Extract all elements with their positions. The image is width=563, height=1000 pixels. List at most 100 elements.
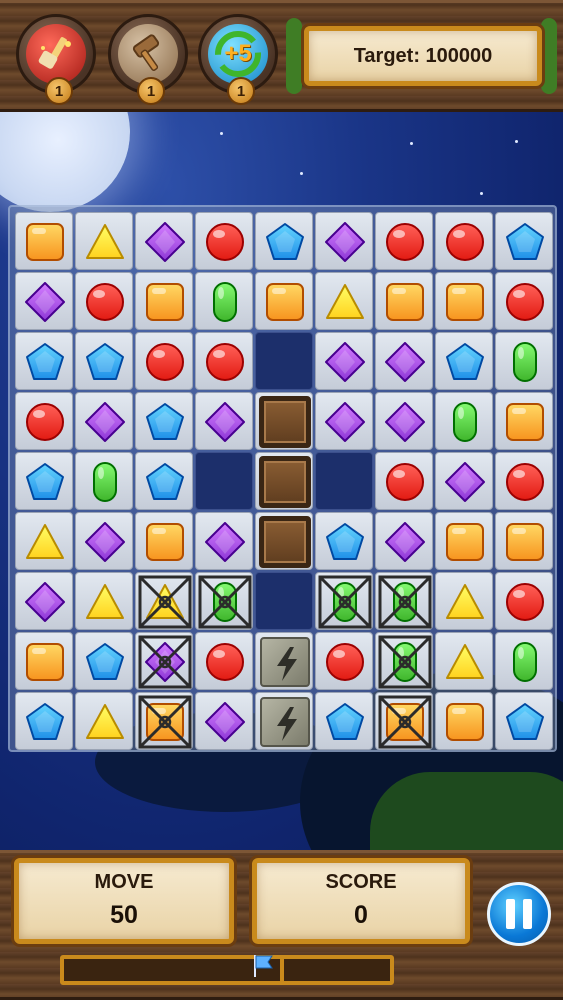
purple-diamond-gem[interactable] bbox=[25, 582, 65, 622]
board-cell[interactable] bbox=[135, 332, 193, 390]
board-cell[interactable] bbox=[15, 632, 73, 690]
purple-diamond-gem[interactable] bbox=[385, 522, 425, 562]
board-cell[interactable] bbox=[135, 272, 193, 330]
board-cell[interactable] bbox=[315, 572, 373, 630]
pause-button[interactable] bbox=[487, 882, 551, 946]
board-cell[interactable] bbox=[15, 212, 73, 270]
hammer-booster-button[interactable]: 1 bbox=[108, 14, 188, 105]
board-cell[interactable] bbox=[375, 512, 433, 570]
board-cell[interactable] bbox=[375, 272, 433, 330]
orange-square-gem[interactable] bbox=[445, 282, 485, 322]
board-cell[interactable] bbox=[15, 392, 73, 450]
board-cell[interactable] bbox=[435, 572, 493, 630]
blue-pentagon-gem[interactable] bbox=[145, 462, 185, 502]
board-cell[interactable] bbox=[255, 212, 313, 270]
board-cell[interactable] bbox=[315, 212, 373, 270]
green-oval-gem[interactable] bbox=[445, 402, 485, 442]
board-cell[interactable] bbox=[75, 572, 133, 630]
board-cell[interactable] bbox=[495, 272, 553, 330]
green-oval-gem[interactable] bbox=[505, 342, 545, 382]
red-round-gem[interactable] bbox=[505, 462, 545, 502]
yellow-triangle-gem[interactable] bbox=[85, 582, 125, 622]
board-cell[interactable] bbox=[15, 572, 73, 630]
board-cell[interactable] bbox=[315, 632, 373, 690]
green-oval-gem[interactable] bbox=[205, 282, 245, 322]
board-cell[interactable] bbox=[195, 692, 253, 750]
red-round-gem[interactable] bbox=[505, 282, 545, 322]
orange-square-gem[interactable] bbox=[505, 402, 545, 442]
purple-diamond-gem[interactable] bbox=[205, 702, 245, 742]
board-cell[interactable] bbox=[15, 332, 73, 390]
blue-pentagon-gem[interactable] bbox=[325, 522, 365, 562]
orange-square-gem[interactable] bbox=[25, 222, 65, 262]
board-cell[interactable] bbox=[195, 272, 253, 330]
yellow-triangle-gem[interactable] bbox=[85, 702, 125, 742]
purple-diamond-gem[interactable] bbox=[145, 222, 185, 262]
board-cell[interactable] bbox=[495, 332, 553, 390]
yellow-triangle-gem[interactable] bbox=[85, 222, 125, 262]
board-cell[interactable] bbox=[75, 512, 133, 570]
yellow-triangle-gem[interactable] bbox=[445, 642, 485, 682]
board-cell[interactable] bbox=[15, 272, 73, 330]
board-cell[interactable] bbox=[375, 212, 433, 270]
red-round-gem[interactable] bbox=[205, 342, 245, 382]
board-cell[interactable] bbox=[255, 272, 313, 330]
board-cell[interactable] bbox=[75, 392, 133, 450]
red-round-gem[interactable] bbox=[445, 222, 485, 262]
board-cell[interactable] bbox=[195, 332, 253, 390]
board-cell[interactable] bbox=[255, 512, 313, 570]
purple-diamond-gem[interactable] bbox=[325, 222, 365, 262]
board-cell[interactable] bbox=[135, 392, 193, 450]
red-round-gem[interactable] bbox=[205, 642, 245, 682]
board-cell[interactable] bbox=[495, 212, 553, 270]
board-cell[interactable] bbox=[375, 572, 433, 630]
board-cell[interactable] bbox=[75, 632, 133, 690]
purple-diamond-gem[interactable] bbox=[445, 462, 485, 502]
board-cell[interactable] bbox=[255, 392, 313, 450]
blue-pentagon-gem[interactable] bbox=[445, 342, 485, 382]
blue-pentagon-gem[interactable] bbox=[505, 702, 545, 742]
board-cell[interactable] bbox=[15, 692, 73, 750]
board-cell[interactable] bbox=[195, 572, 253, 630]
board-cell[interactable] bbox=[195, 452, 253, 510]
blue-pentagon-gem[interactable] bbox=[25, 462, 65, 502]
board-cell[interactable] bbox=[435, 512, 493, 570]
purple-diamond-gem[interactable] bbox=[385, 402, 425, 442]
blue-pentagon-gem[interactable] bbox=[505, 222, 545, 262]
board-cell[interactable] bbox=[315, 392, 373, 450]
board-cell[interactable] bbox=[195, 392, 253, 450]
board-cell[interactable] bbox=[495, 452, 553, 510]
board-cell[interactable] bbox=[255, 692, 313, 750]
board-cell[interactable] bbox=[375, 452, 433, 510]
board-cell[interactable] bbox=[195, 512, 253, 570]
blue-pentagon-gem[interactable] bbox=[25, 702, 65, 742]
board-cell[interactable] bbox=[315, 452, 373, 510]
blue-pentagon-gem[interactable] bbox=[85, 342, 125, 382]
green-oval-gem[interactable] bbox=[505, 642, 545, 682]
blue-pentagon-gem[interactable] bbox=[145, 402, 185, 442]
board-cell[interactable] bbox=[75, 452, 133, 510]
purple-diamond-gem[interactable] bbox=[85, 522, 125, 562]
board-cell[interactable] bbox=[435, 692, 493, 750]
board-cell[interactable] bbox=[75, 692, 133, 750]
orange-square-gem[interactable] bbox=[445, 702, 485, 742]
purple-diamond-gem[interactable] bbox=[205, 522, 245, 562]
board-cell[interactable] bbox=[255, 572, 313, 630]
purple-diamond-gem[interactable] bbox=[385, 342, 425, 382]
board-cell[interactable] bbox=[135, 212, 193, 270]
board-cell[interactable] bbox=[495, 572, 553, 630]
board-cell[interactable] bbox=[435, 332, 493, 390]
red-round-gem[interactable] bbox=[385, 222, 425, 262]
red-round-gem[interactable] bbox=[325, 642, 365, 682]
purple-diamond-gem[interactable] bbox=[205, 402, 245, 442]
board-cell[interactable] bbox=[495, 512, 553, 570]
red-round-gem[interactable] bbox=[145, 342, 185, 382]
board-cell[interactable] bbox=[435, 452, 493, 510]
orange-square-gem[interactable] bbox=[145, 522, 185, 562]
board-cell[interactable] bbox=[495, 392, 553, 450]
board-cell[interactable] bbox=[255, 632, 313, 690]
board-cell[interactable] bbox=[375, 332, 433, 390]
board-cell[interactable] bbox=[495, 632, 553, 690]
board-cell[interactable] bbox=[15, 512, 73, 570]
red-round-gem[interactable] bbox=[25, 402, 65, 442]
